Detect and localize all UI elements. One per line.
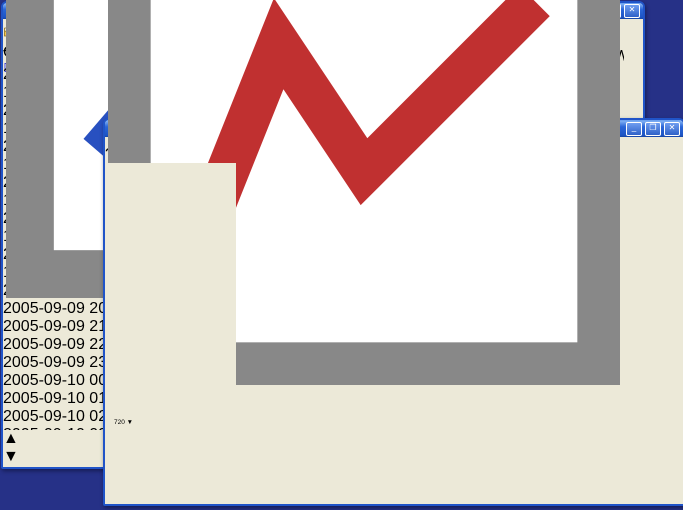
close-button[interactable]: ✕ [624,4,640,18]
graph-titlebar[interactable]: Graph2 _ ❐ ✕ [105,120,683,137]
maximize-button[interactable]: ❐ [645,122,661,136]
scroll-up-icon[interactable]: ▲ [3,430,19,447]
close-button[interactable]: ✕ [664,122,680,136]
records-combobox[interactable]: 720 ▼ [114,416,170,430]
graph-window: Graph2 _ ❐ ✕ Σ ? ✓EncRH33.99✓AirTemp_Avg… [103,118,683,506]
minimize-button[interactable]: _ [626,122,642,136]
desktop: View Pro 4.1 - [C:\DataFiles\Logan_OneHo… [0,0,683,510]
table-vertical-scrollbar[interactable]: ▲ ▼ [3,430,16,510]
series-panel [105,163,236,504]
chevron-down-icon[interactable]: ▼ [127,419,133,426]
records-value: 720 [114,419,125,426]
scroll-down-icon[interactable]: ▼ [3,448,19,465]
